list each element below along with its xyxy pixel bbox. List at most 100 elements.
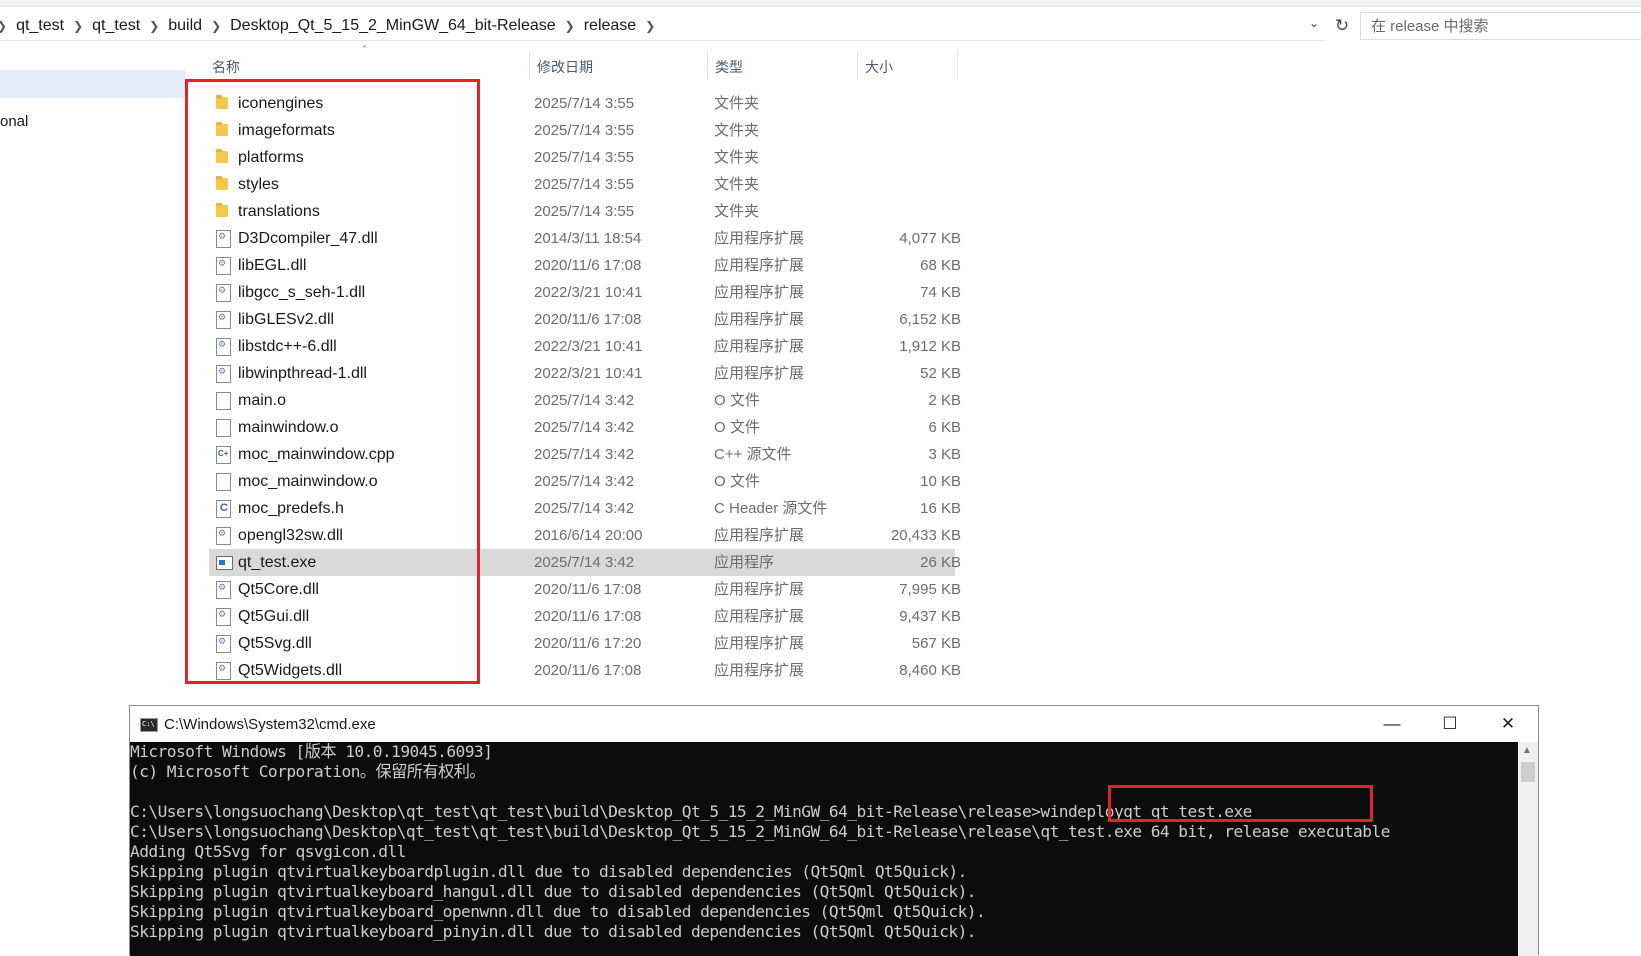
breadcrumb-item[interactable]: release [584, 17, 636, 35]
column-divider[interactable] [857, 50, 858, 80]
file-type: 应用程序扩展 [714, 365, 805, 382]
chevron-right-icon[interactable]: ❯ [0, 19, 7, 33]
cmd-window: C:\Windows\System32\cmd.exe — ☐ ✕ Micros… [129, 705, 1539, 956]
file-type: 文件夹 [714, 203, 760, 220]
breadcrumb-item[interactable]: Desktop_Qt_5_15_2_MinGW_64_bit-Release [230, 17, 556, 35]
file-date: 2022/3/21 10:41 [534, 338, 643, 355]
file-type: 应用程序扩展 [714, 527, 805, 544]
address-bar[interactable]: ❯ qt_test ❯ qt_test ❯ build ❯ Desktop_Qt… [0, 12, 1325, 41]
file-type: 应用程序扩展 [714, 257, 805, 274]
file-size: 26 KB [920, 554, 961, 571]
file-type: 应用程序扩展 [714, 284, 805, 301]
cmd-title-bar[interactable]: C:\Windows\System32\cmd.exe — ☐ ✕ [130, 706, 1538, 742]
file-date: 2025/7/14 3:55 [534, 122, 635, 139]
file-size: 7,995 KB [899, 581, 961, 598]
file-date: 2025/7/14 3:42 [534, 473, 635, 490]
file-date: 2020/11/6 17:08 [534, 662, 642, 679]
file-date: 2025/7/14 3:42 [534, 500, 635, 517]
console-line: Skipping plugin qtvirtualkeyboard_openwn… [130, 902, 986, 921]
chevron-right-icon[interactable]: ❯ [645, 19, 655, 33]
close-button[interactable]: ✕ [1479, 706, 1537, 742]
console-line: Adding Qt5Svg for qsvgicon.dll [130, 842, 406, 861]
column-divider[interactable] [529, 50, 530, 80]
column-divider[interactable] [707, 50, 708, 80]
file-size: 68 KB [920, 257, 961, 274]
file-type: 应用程序 [714, 554, 775, 571]
breadcrumb: ❯ qt_test ❯ qt_test ❯ build ❯ Desktop_Qt… [0, 12, 664, 40]
file-size: 6 KB [928, 419, 961, 436]
file-date: 2025/7/14 3:55 [534, 149, 635, 166]
file-size: 10 KB [920, 473, 961, 490]
cmd-app-icon[interactable] [140, 718, 158, 732]
file-date: 2025/7/14 3:55 [534, 176, 635, 193]
minimize-button[interactable]: — [1363, 706, 1421, 742]
sort-ascending-icon: ⌃ [361, 44, 369, 54]
file-size: 16 KB [920, 500, 961, 517]
file-date: 2025/7/14 3:42 [534, 419, 635, 436]
console-line: Skipping plugin qtvirtualkeyboardplugin.… [130, 862, 967, 881]
file-type: C++ 源文件 [714, 446, 792, 463]
file-type: 应用程序扩展 [714, 230, 805, 247]
scrollbar-thumb[interactable] [1521, 762, 1535, 782]
file-type: 应用程序扩展 [714, 311, 805, 328]
console-line: C:\Users\longsuochang\Desktop\qt_test\qt… [130, 822, 1390, 841]
chevron-right-icon[interactable]: ❯ [73, 19, 83, 33]
file-size: 3 KB [928, 446, 961, 463]
chevron-right-icon[interactable]: ❯ [211, 19, 221, 33]
column-header-name[interactable]: 名称 [212, 54, 240, 80]
file-date: 2020/11/6 17:08 [534, 311, 642, 328]
file-date: 2025/7/14 3:42 [534, 392, 635, 409]
console-line: Microsoft Windows [版本 10.0.19045.6093] [130, 742, 493, 761]
chevron-down-icon[interactable]: ⌄ [1309, 16, 1319, 30]
file-type: O 文件 [714, 419, 760, 436]
maximize-button[interactable]: ☐ [1421, 706, 1479, 742]
file-type: C Header 源文件 [714, 500, 828, 517]
file-type: 应用程序扩展 [714, 662, 805, 679]
column-header-size[interactable]: 大小 [865, 54, 893, 80]
file-type: 应用程序扩展 [714, 635, 805, 652]
file-size: 4,077 KB [899, 230, 961, 247]
file-size: 20,433 KB [890, 527, 961, 544]
console-line: (c) Microsoft Corporation。保留所有权利。 [130, 762, 486, 781]
column-header-type[interactable]: 类型 [715, 54, 743, 80]
console-line: Skipping plugin qtvirtualkeyboard_pinyin… [130, 922, 977, 941]
refresh-icon[interactable]: ↻ [1330, 12, 1354, 40]
file-date: 2020/11/6 17:08 [534, 257, 642, 274]
file-date: 2020/11/6 17:08 [534, 608, 642, 625]
file-date: 2025/7/14 3:42 [534, 554, 635, 571]
file-size: 1,912 KB [899, 338, 961, 355]
breadcrumb-item[interactable]: qt_test [16, 17, 64, 35]
file-size: 9,437 KB [899, 608, 961, 625]
scroll-up-icon[interactable]: ▲ [1522, 745, 1532, 756]
chevron-right-icon[interactable]: ❯ [565, 19, 575, 33]
file-size: 52 KB [920, 365, 961, 382]
search-input[interactable] [1361, 13, 1641, 39]
nav-item[interactable]: onal [0, 113, 28, 130]
file-size: 567 KB [911, 635, 961, 652]
file-type: O 文件 [714, 473, 760, 490]
file-date: 2025/7/14 3:55 [534, 95, 635, 112]
window-top-edge [0, 0, 1641, 7]
file-type: 应用程序扩展 [714, 581, 805, 598]
file-date: 2020/11/6 17:20 [534, 635, 642, 652]
cmd-title: C:\Windows\System32\cmd.exe [164, 716, 376, 733]
vertical-scrollbar[interactable]: ▲ [1518, 742, 1538, 956]
highlight-box [1108, 785, 1373, 822]
file-type: O 文件 [714, 392, 760, 409]
file-date: 2016/6/14 20:00 [534, 527, 643, 544]
breadcrumb-item[interactable]: build [168, 17, 202, 35]
file-size: 8,460 KB [899, 662, 961, 679]
column-header-date[interactable]: 修改日期 [537, 54, 593, 80]
file-type: 文件夹 [714, 176, 760, 193]
breadcrumb-item[interactable]: qt_test [92, 17, 140, 35]
file-date: 2014/3/11 18:54 [534, 230, 642, 247]
file-date: 2020/11/6 17:08 [534, 581, 642, 598]
file-type: 文件夹 [714, 95, 760, 112]
console-output[interactable]: Microsoft Windows [版本 10.0.19045.6093] (c… [130, 742, 1518, 956]
file-date: 2022/3/21 10:41 [534, 284, 643, 301]
search-box[interactable] [1360, 12, 1641, 40]
chevron-right-icon[interactable]: ❯ [149, 19, 159, 33]
file-type: 应用程序扩展 [714, 338, 805, 355]
column-divider[interactable] [957, 50, 958, 80]
nav-item-selected[interactable] [0, 70, 185, 98]
